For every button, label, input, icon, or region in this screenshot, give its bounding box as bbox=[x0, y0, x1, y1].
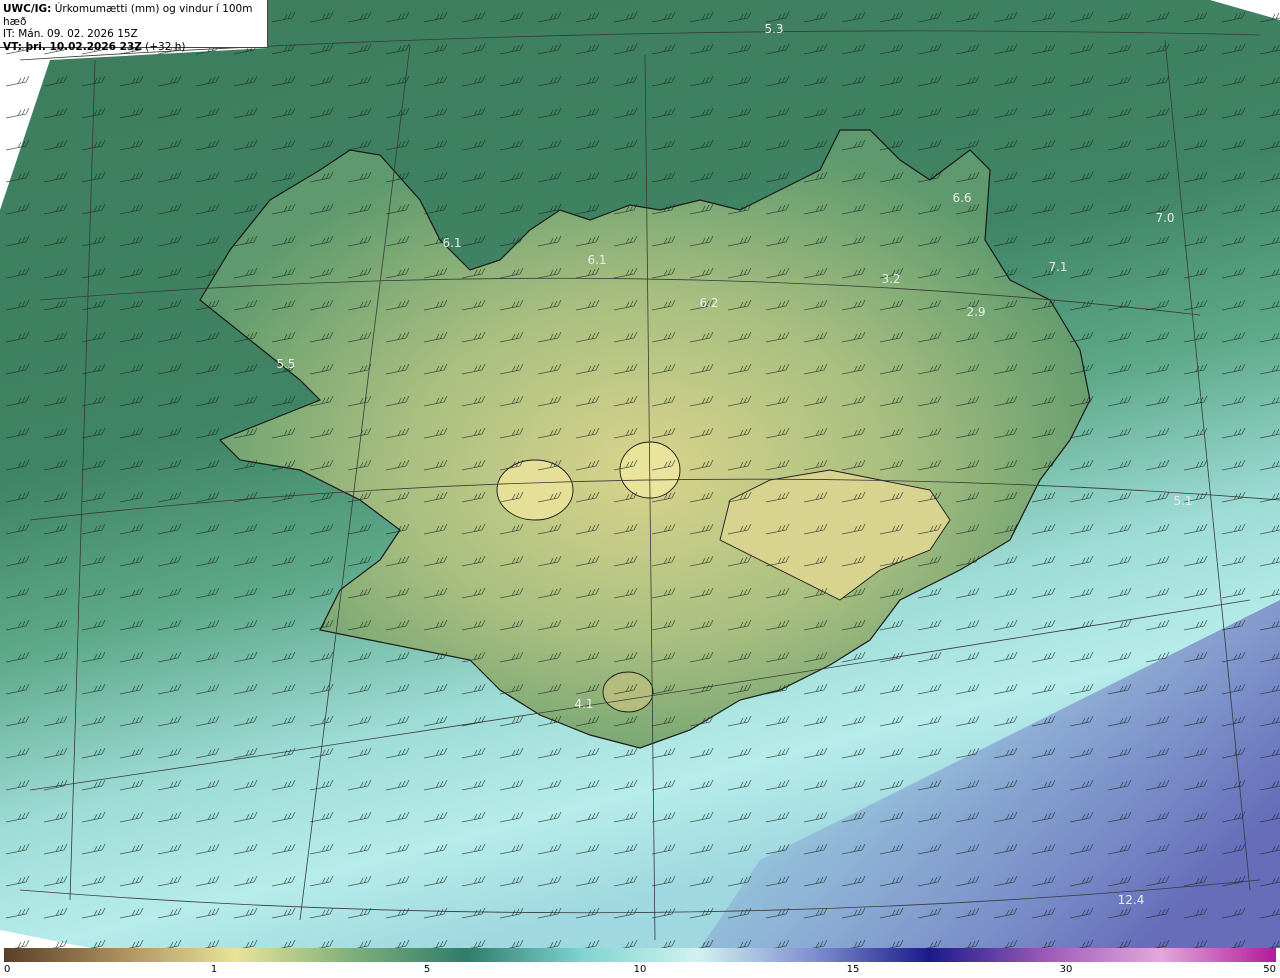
colorbar-tick-label: 10 bbox=[633, 964, 647, 975]
precip-value-label: 5.3 bbox=[764, 22, 783, 36]
precip-value-label: 6.6 bbox=[952, 191, 971, 205]
precip-value-label: 6.1 bbox=[587, 253, 606, 267]
precip-value-label: 6.2 bbox=[699, 296, 718, 310]
map-info-box: UWC/IG: Úrkomumætti (mm) og vindur í 100… bbox=[0, 0, 268, 53]
colorbar-tick-label: 50 bbox=[1263, 964, 1276, 975]
info-line-3: VT: þri. 10.02.2026 23Z (+32 h) bbox=[3, 41, 267, 54]
wind-barbs bbox=[0, 0, 1280, 948]
precip-value-label: 5.5 bbox=[276, 357, 295, 371]
colorbar: 0 1 5 10 15 30 50 bbox=[0, 948, 1280, 978]
precip-value-label: 3.2 bbox=[881, 272, 900, 286]
lead-time: (+32 h) bbox=[145, 40, 186, 53]
precip-value-label: 4.1 bbox=[574, 697, 593, 711]
valid-time: VT: þri. 10.02.2026 23Z bbox=[3, 40, 142, 53]
info-line-1: UWC/IG: Úrkomumætti (mm) og vindur í 100… bbox=[3, 3, 267, 28]
precip-value-label: 7.1 bbox=[1048, 260, 1067, 274]
colorbar-tick-label: 15 bbox=[846, 964, 860, 975]
precip-value-label: 6.1 bbox=[442, 236, 461, 250]
initial-time: IT: Mán. 09. 02. 2026 15Z bbox=[3, 28, 138, 40]
colorbar-tick-label: 30 bbox=[1059, 964, 1073, 975]
precipitation-wind-map: 5.3 6.6 7.0 6.1 6.1 7.1 3.2 6.2 2.9 5.5 5.1 4.1 12.4 bbox=[0, 0, 1280, 948]
precip-value-label: 7.0 bbox=[1155, 211, 1174, 225]
model-label: UWC/IG: bbox=[3, 3, 52, 15]
precip-value-label: 2.9 bbox=[966, 305, 985, 319]
precip-value-label: 5.1 bbox=[1173, 494, 1192, 508]
colorbar-strip bbox=[4, 948, 1276, 962]
colorbar-tick-label: 5 bbox=[423, 964, 431, 975]
colorbar-tick-label: 1 bbox=[210, 964, 218, 975]
colorbar-tick-label: 0 bbox=[4, 964, 11, 975]
precip-value-label: 12.4 bbox=[1118, 893, 1145, 907]
